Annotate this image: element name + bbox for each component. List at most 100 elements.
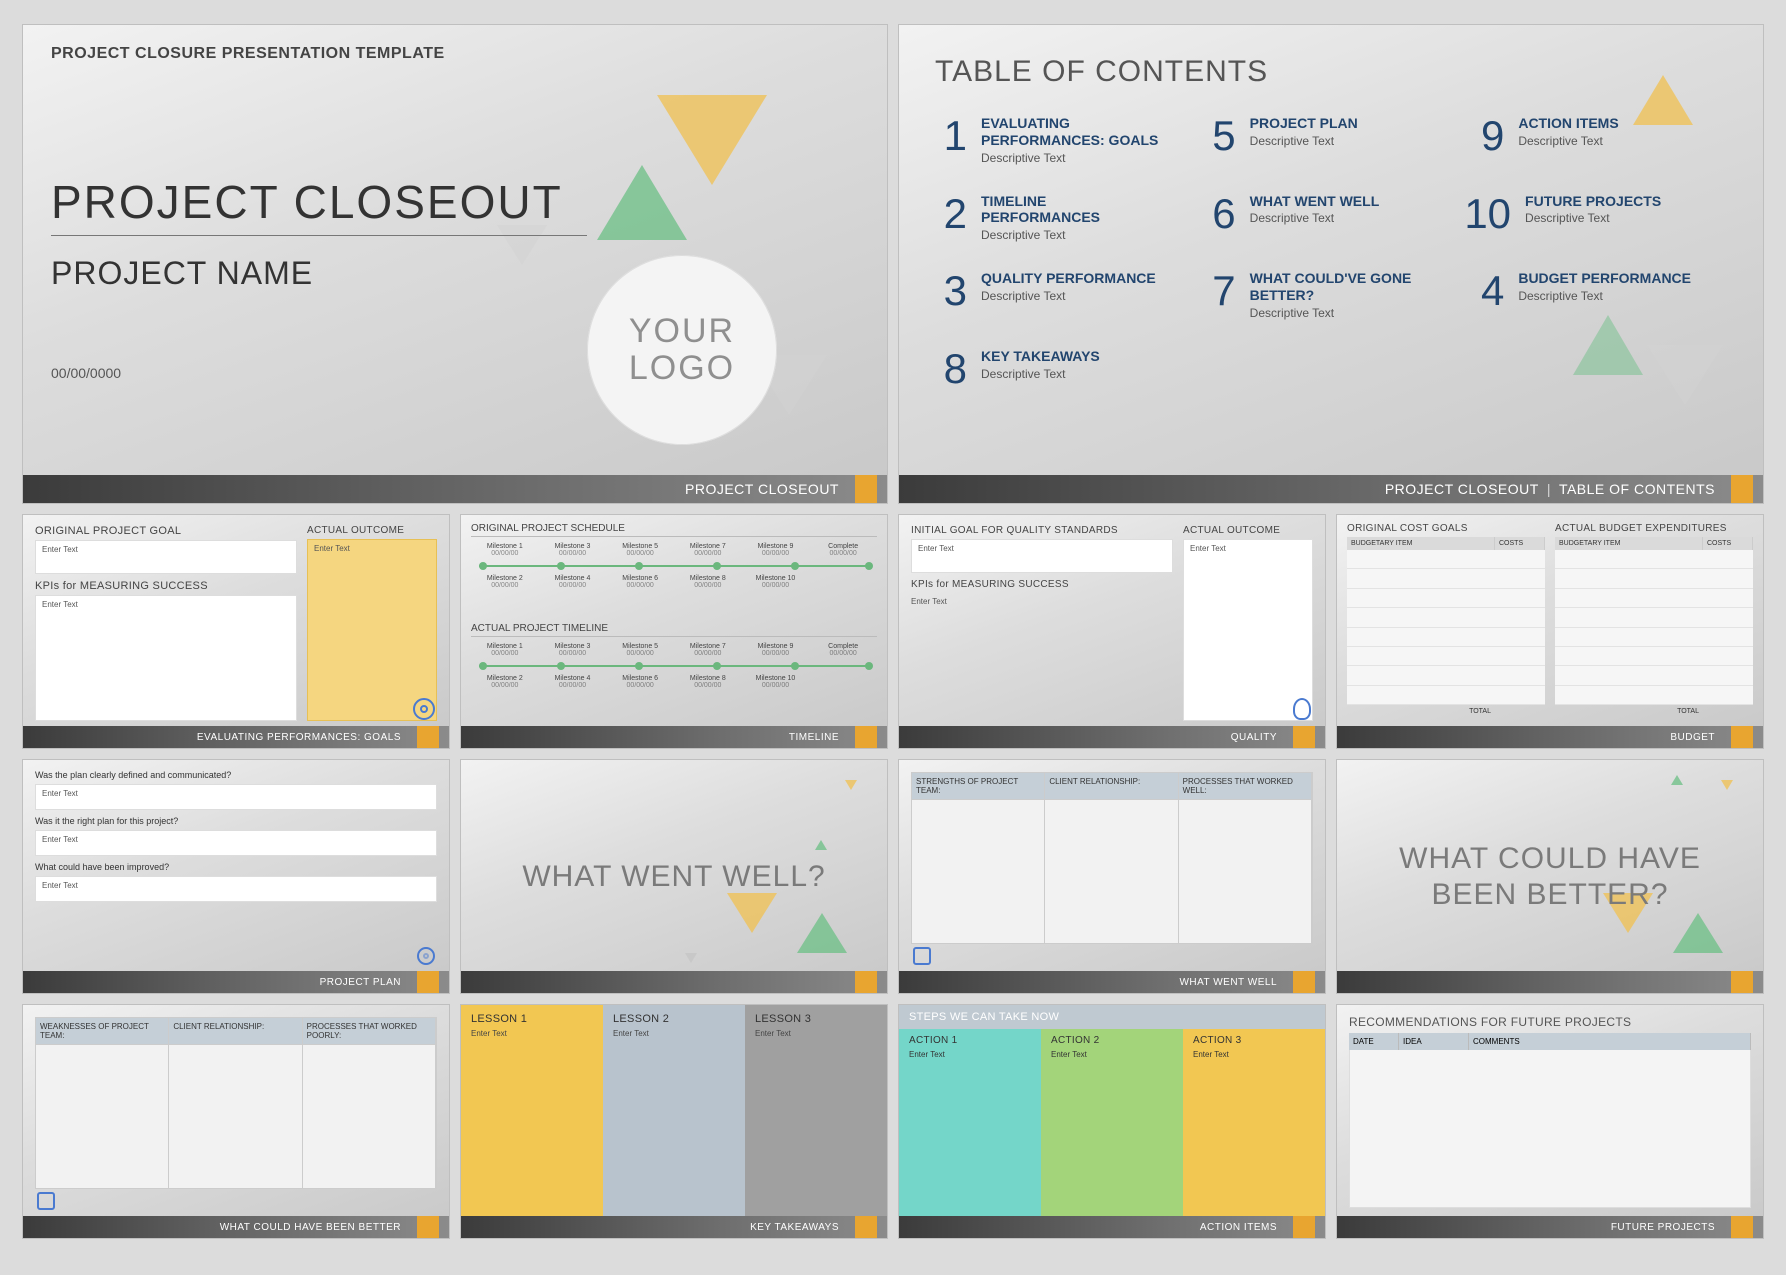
plan-q3: What could have been improved?	[35, 862, 437, 872]
quality-kpi-input[interactable]: Enter Text	[911, 593, 1173, 721]
budget-col-cost: COSTS	[1495, 537, 1545, 550]
footer-accent	[1731, 475, 1753, 503]
slide5-footer: QUALITY	[899, 726, 1325, 748]
slide13-footer: ACTION ITEMS	[899, 1216, 1325, 1238]
budget-rows[interactable]	[1347, 550, 1545, 705]
slide9-footer: WHAT WENT WELL	[899, 971, 1325, 993]
toc-item: 4BUDGET PERFORMANCEDescriptive Text	[1464, 270, 1703, 320]
quality-initial-title: INITIAL GOAL FOR QUALITY STANDARDS	[911, 525, 1173, 536]
cbb-cell[interactable]	[303, 1045, 436, 1188]
toc-desc: Descriptive Text	[981, 289, 1156, 303]
plan-a1[interactable]: Enter Text	[35, 784, 437, 810]
slide6-footer: BUDGET	[1337, 726, 1763, 748]
toc-title: TABLE OF CONTENTS	[935, 55, 1268, 89]
toc-desc: Descriptive Text	[981, 367, 1100, 381]
plan-a3[interactable]: Enter Text	[35, 876, 437, 902]
budget-rows[interactable]	[1555, 550, 1753, 705]
milestone	[809, 673, 877, 691]
plan-a2[interactable]: Enter Text	[35, 830, 437, 856]
future-col-idea: IDEA	[1399, 1033, 1469, 1050]
www-col1: STRENGTHS OF PROJECT TEAM:	[912, 773, 1045, 800]
toc-item: 7WHAT COULD'VE GONE BETTER?Descriptive T…	[1196, 270, 1435, 320]
milestone: Milestone 900/00/00	[742, 641, 810, 659]
milestone: Milestone 600/00/00	[606, 573, 674, 591]
what-went-well-text: WHAT WENT WELL?	[461, 760, 887, 993]
milestone: Milestone 100/00/00	[471, 641, 539, 659]
toc-item: 6WHAT WENT WELLDescriptive Text	[1196, 193, 1435, 243]
slide-future-projects: RECOMMENDATIONS FOR FUTURE PROJECTS DATE…	[1336, 1004, 1764, 1239]
action-2[interactable]: ACTION 2Enter Text	[1041, 1029, 1183, 1216]
cbb-col1: WEAKNESSES OF PROJECT TEAM:	[36, 1018, 169, 1045]
lesson-2[interactable]: LESSON 2Enter Text	[603, 1005, 745, 1216]
toc-desc: Descriptive Text	[981, 151, 1166, 165]
goals-original-input[interactable]: Enter Text	[35, 540, 297, 574]
milestone: Milestone 100/00/00	[471, 541, 539, 559]
slide1-footer: PROJECT CLOSEOUT	[23, 475, 887, 503]
slide-project-plan: Was the plan clearly defined and communi…	[22, 759, 450, 994]
cbb-cell[interactable]	[169, 1045, 302, 1188]
quality-initial-input[interactable]: Enter Text	[911, 539, 1173, 573]
cbb-col3: PROCESSES THAT WORKED POORLY:	[303, 1018, 436, 1045]
cbb-cell[interactable]	[36, 1045, 169, 1188]
timeline-original-title: ORIGINAL PROJECT SCHEDULE	[471, 523, 877, 537]
milestone: Milestone 300/00/00	[539, 541, 607, 559]
milestone: Milestone 1000/00/00	[742, 673, 810, 691]
toc-number: 10	[1464, 193, 1511, 235]
timeline-row: Milestone 200/00/00Milestone 400/00/00Mi…	[471, 673, 877, 691]
toc-desc: Descriptive Text	[1250, 306, 1435, 320]
goals-original-title: ORIGINAL PROJECT GOAL	[35, 525, 297, 537]
goals-kpi-input[interactable]: Enter Text	[35, 595, 297, 721]
milestone	[809, 573, 877, 591]
toc-desc: Descriptive Text	[1525, 211, 1661, 225]
toc-number: 4	[1464, 270, 1504, 312]
toc-heading: QUALITY PERFORMANCE	[981, 270, 1156, 287]
budget-actual-title: ACTUAL BUDGET EXPENDITURES	[1555, 523, 1753, 534]
milestone: Milestone 600/00/00	[606, 673, 674, 691]
milestone: Milestone 300/00/00	[539, 641, 607, 659]
milestone: Milestone 1000/00/00	[742, 573, 810, 591]
slide-what-went-well-title: WHAT WENT WELL?	[460, 759, 888, 994]
milestone: Milestone 700/00/00	[674, 641, 742, 659]
milestone: Milestone 400/00/00	[539, 673, 607, 691]
target-icon	[413, 698, 435, 720]
lesson-1[interactable]: LESSON 1Enter Text	[461, 1005, 603, 1216]
slide-could-be-better-title: WHAT COULD HAVE BEEN BETTER?	[1336, 759, 1764, 994]
www-cell[interactable]	[1179, 800, 1312, 943]
footer-accent	[855, 475, 877, 503]
future-body[interactable]	[1349, 1050, 1751, 1208]
toc-number: 7	[1196, 270, 1236, 312]
future-col-date: DATE	[1349, 1033, 1399, 1050]
toc-desc: Descriptive Text	[1518, 134, 1618, 148]
toc-item: 9ACTION ITEMSDescriptive Text	[1464, 115, 1703, 165]
footer-text: PROJECT CLOSEOUT	[685, 481, 839, 497]
toc-heading: EVALUATING PERFORMANCES: GOALS	[981, 115, 1166, 149]
lesson-3[interactable]: LESSON 3Enter Text	[745, 1005, 887, 1216]
slide-timeline: ORIGINAL PROJECT SCHEDULE Milestone 100/…	[460, 514, 888, 749]
plan-q1: Was the plan clearly defined and communi…	[35, 770, 437, 780]
toc-number: 8	[927, 348, 967, 390]
quality-outcome-input[interactable]: Enter Text	[1183, 539, 1313, 721]
milestone: Complete00/00/00	[809, 641, 877, 659]
goals-outcome-input[interactable]: Enter Text	[307, 539, 437, 721]
toc-heading: TIMELINE PERFORMANCES	[981, 193, 1166, 227]
www-cell[interactable]	[1045, 800, 1178, 943]
action-3[interactable]: ACTION 3Enter Text	[1183, 1029, 1325, 1216]
www-col2: CLIENT RELATIONSHIP:	[1045, 773, 1178, 800]
slide1-header: PROJECT CLOSURE PRESENTATION TEMPLATE	[51, 45, 445, 63]
slide4-footer: TIMELINE	[461, 726, 887, 748]
thumbs-down-icon	[37, 1192, 55, 1210]
actions-title: STEPS WE CAN TAKE NOW	[899, 1005, 1325, 1029]
quality-outcome-title: ACTUAL OUTCOME	[1183, 525, 1313, 536]
www-col3: PROCESSES THAT WORKED WELL:	[1179, 773, 1312, 800]
toc-item: 8KEY TAKEAWAYSDescriptive Text	[927, 348, 1166, 390]
cbb-col2: CLIENT RELATIONSHIP:	[169, 1018, 302, 1045]
quality-kpi-title: KPIs for MEASURING SUCCESS	[911, 579, 1173, 590]
timeline-bar	[479, 561, 869, 571]
toc-number: 2	[927, 193, 967, 235]
action-1[interactable]: ACTION 1Enter Text	[899, 1029, 1041, 1216]
slide-toc: TABLE OF CONTENTS 1EVALUATING PERFORMANC…	[898, 24, 1764, 504]
slide1-date: 00/00/0000	[51, 365, 121, 381]
toc-grid: 1EVALUATING PERFORMANCES: GOALSDescripti…	[927, 115, 1703, 390]
www-cell[interactable]	[912, 800, 1045, 943]
slide-key-takeaways: LESSON 1Enter Text LESSON 2Enter Text LE…	[460, 1004, 888, 1239]
